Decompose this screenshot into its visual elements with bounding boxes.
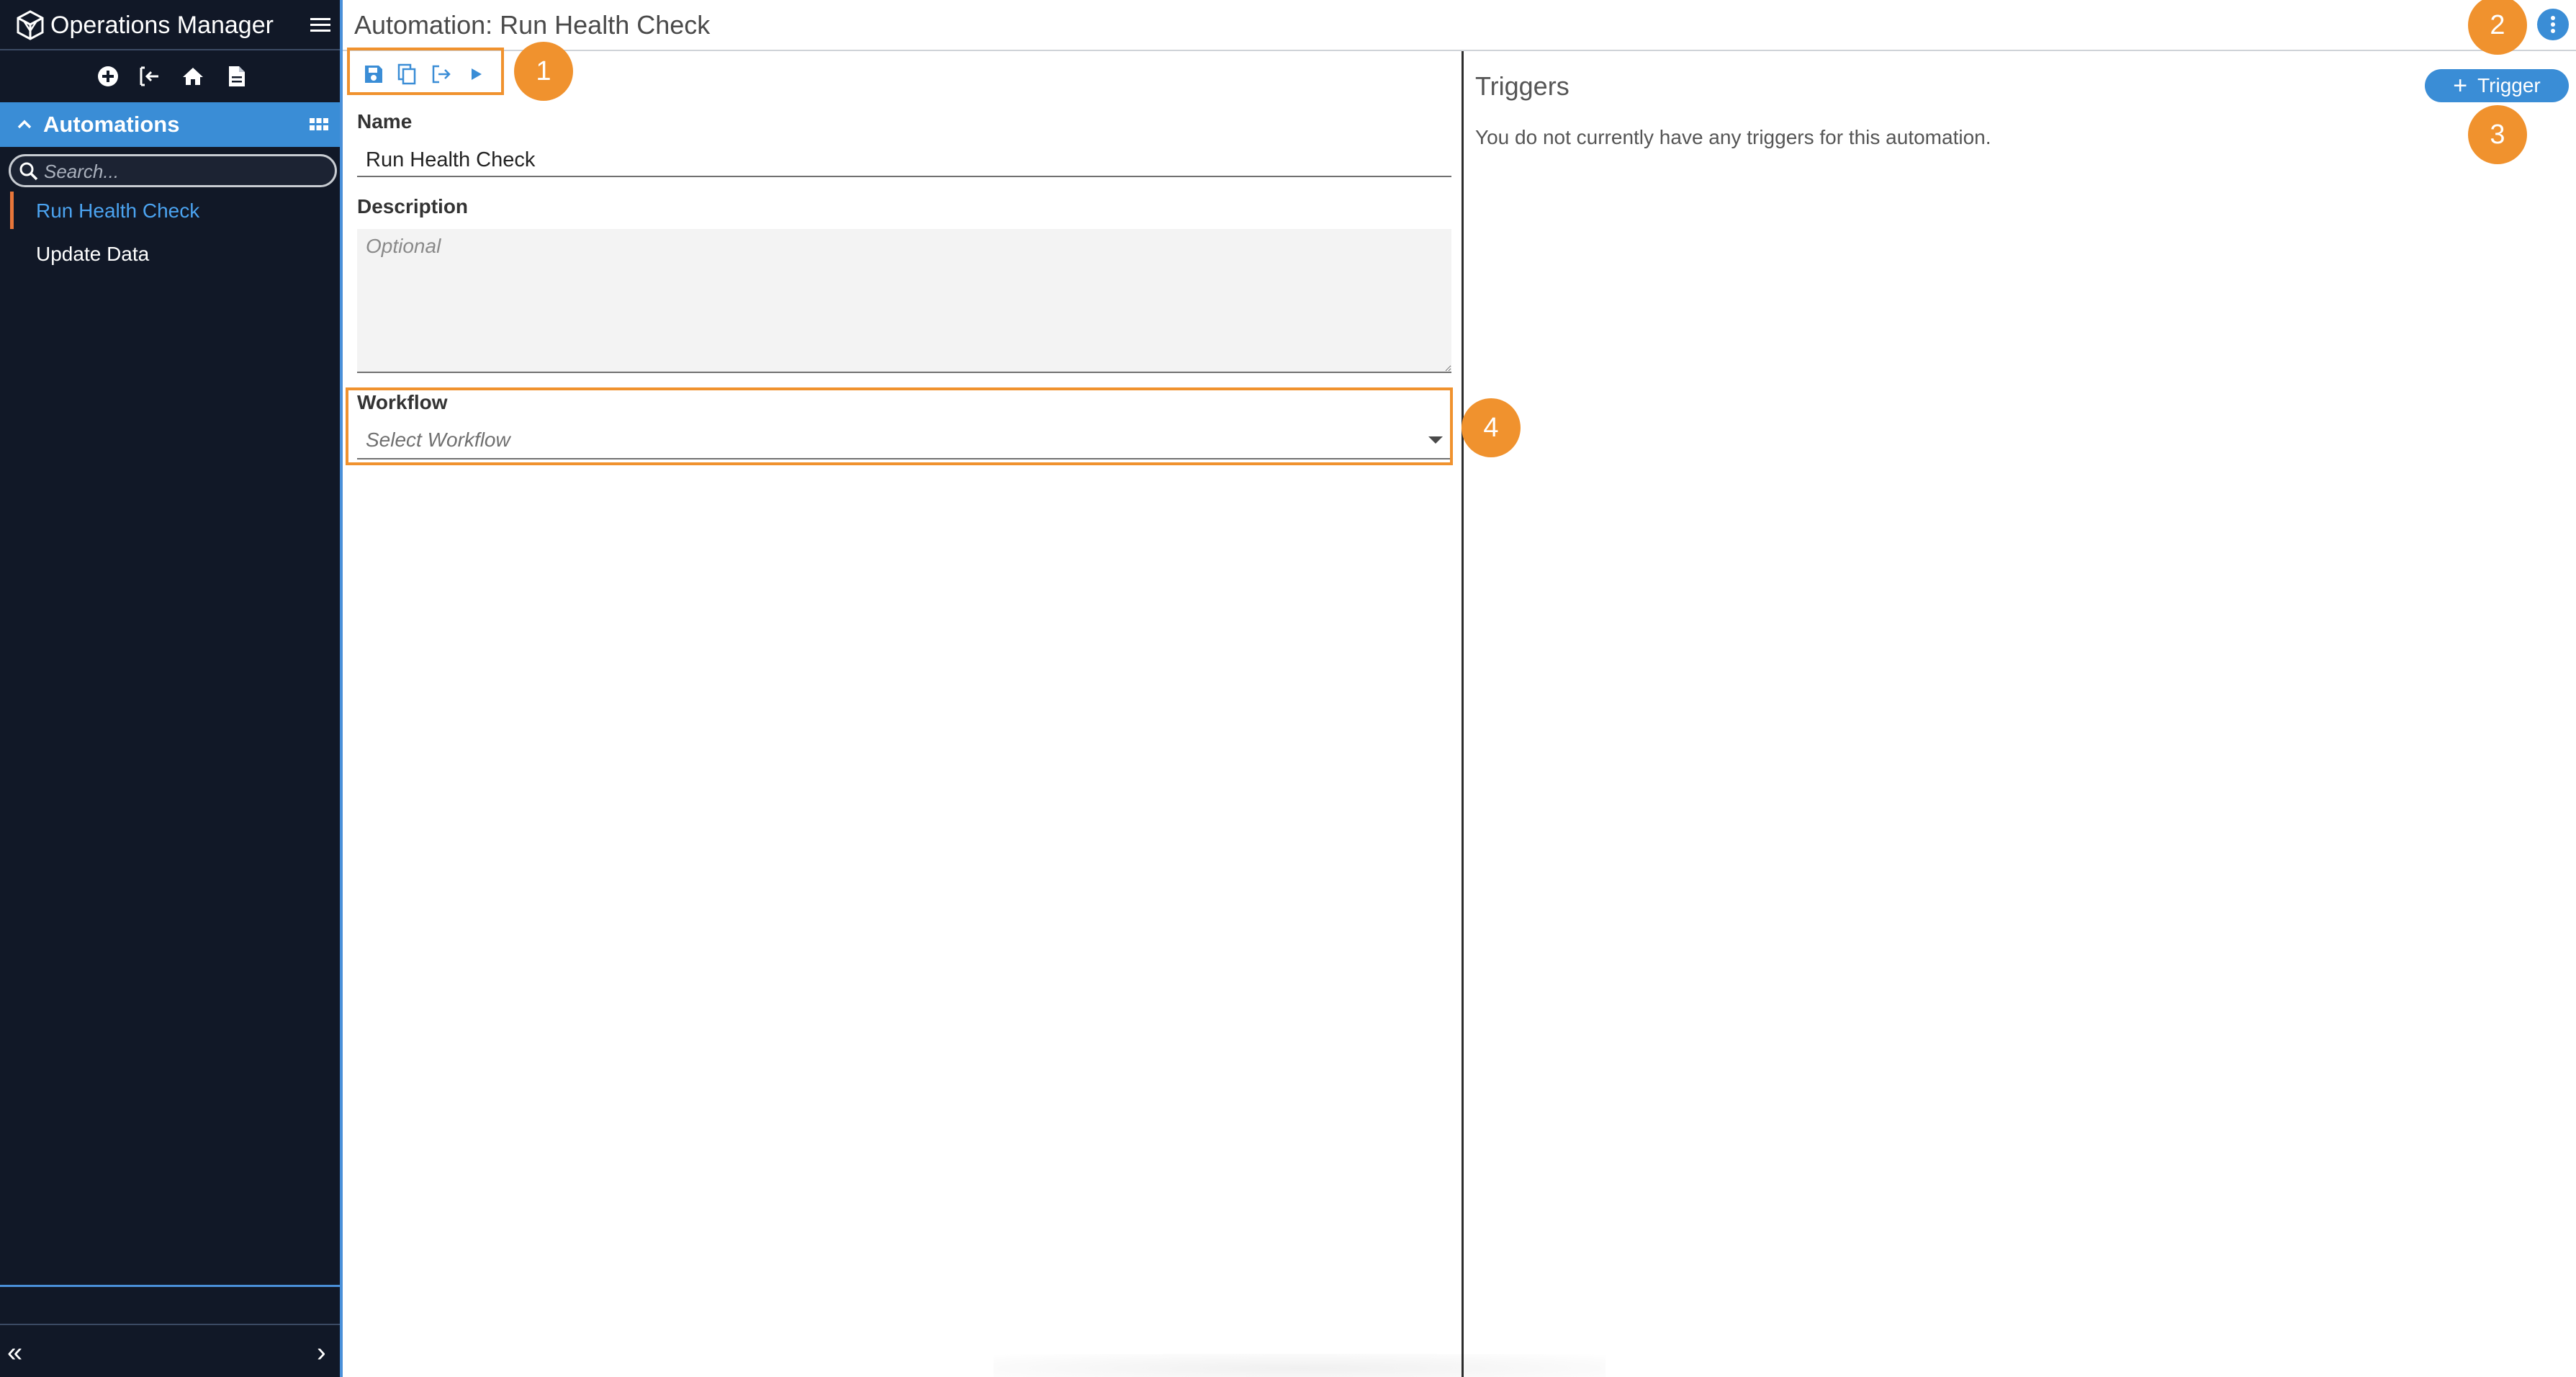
sidebar-item-label: Run Health Check: [36, 199, 200, 222]
collapse-sidebar-button[interactable]: «: [7, 1338, 33, 1367]
sidebar-item-update-data[interactable]: Update Data: [0, 233, 340, 274]
grid-view-icon[interactable]: [308, 114, 330, 135]
description-field[interactable]: [357, 229, 1451, 373]
pane-divider: [1462, 51, 1464, 1377]
exit-icon[interactable]: [135, 62, 164, 91]
sidebar-item-label: Update Data: [36, 243, 150, 265]
name-label: Name: [357, 110, 413, 133]
app-logo-icon: [17, 10, 44, 40]
header-divider: [343, 50, 2576, 51]
page-title: Automation: Run Health Check: [354, 10, 711, 40]
app-title: Operations Manager: [50, 12, 274, 39]
chevron-up-icon[interactable]: [14, 115, 35, 135]
plus-icon: +: [2453, 72, 2468, 99]
home-icon[interactable]: [179, 62, 207, 91]
document-icon[interactable]: [222, 62, 251, 91]
sidebar-search: [9, 154, 337, 187]
workflow-highlight-box: [346, 387, 1453, 465]
name-field[interactable]: [357, 144, 1451, 177]
bottom-shadow: [994, 1354, 1606, 1377]
callout-2: 2: [2468, 0, 2527, 55]
add-trigger-label: Trigger: [2477, 74, 2541, 97]
triggers-title: Triggers: [1475, 71, 1570, 101]
automations-section-header[interactable]: Automations: [0, 102, 340, 147]
callout-1: 1: [514, 42, 573, 101]
more-vertical-icon: [2551, 16, 2555, 33]
more-options-button[interactable]: [2537, 9, 2569, 40]
callout-4: 4: [1462, 398, 1521, 457]
sidebar-divider: [0, 1324, 340, 1325]
callout-3: 3: [2468, 105, 2527, 164]
description-label: Description: [357, 195, 469, 217]
sidebar-toolbar: [0, 52, 340, 101]
menu-icon[interactable]: [308, 13, 333, 37]
automations-section-title: Automations: [43, 112, 180, 137]
search-input[interactable]: [44, 158, 325, 184]
search-icon: [19, 162, 38, 181]
toolbar-highlight-box: [347, 48, 504, 95]
sidebar-item-run-health-check[interactable]: Run Health Check: [0, 190, 340, 230]
sidebar-divider: [0, 1285, 340, 1287]
triggers-empty-message: You do not currently have any triggers f…: [1475, 126, 1991, 148]
expand-button[interactable]: ›: [317, 1338, 338, 1367]
sidebar: Operations Manager Automations Search...…: [0, 0, 343, 1377]
add-circle-icon[interactable]: [94, 62, 122, 91]
active-item-marker: [10, 192, 14, 229]
sidebar-header: Operations Manager: [0, 0, 340, 50]
add-trigger-button[interactable]: + Trigger: [2425, 69, 2569, 102]
